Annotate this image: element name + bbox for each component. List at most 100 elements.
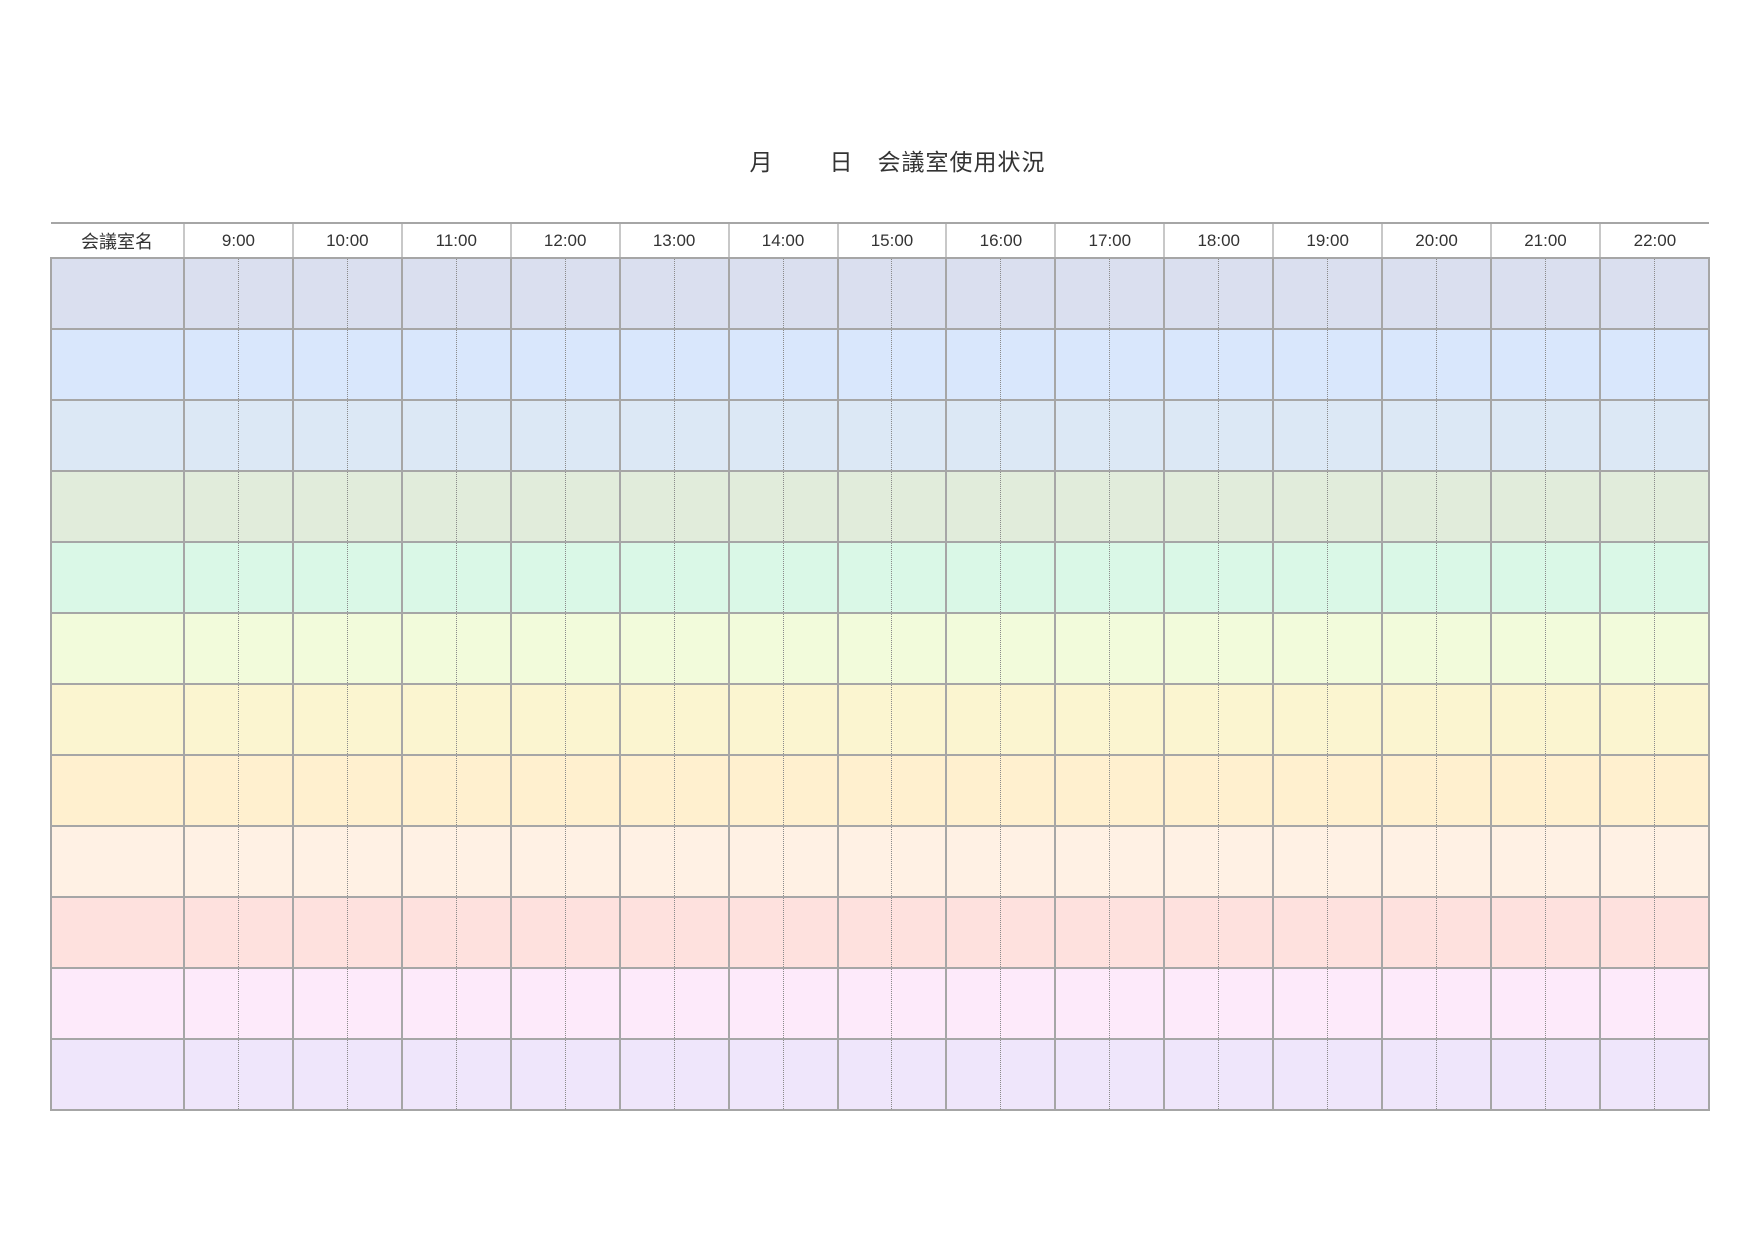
time-slot-cell[interactable] (673, 684, 729, 756)
time-slot-cell[interactable] (1381, 542, 1437, 614)
room-name-cell[interactable] (50, 968, 184, 1040)
time-slot-cell[interactable] (1436, 329, 1492, 401)
time-slot-cell[interactable] (455, 684, 511, 756)
time-slot-cell[interactable] (945, 1039, 1001, 1111)
time-slot-cell[interactable] (891, 329, 947, 401)
time-slot-cell[interactable] (564, 613, 620, 685)
time-slot-cell[interactable] (564, 542, 620, 614)
time-slot-cell[interactable] (1653, 968, 1710, 1040)
time-slot-cell[interactable] (1163, 471, 1219, 543)
time-slot-cell[interactable] (564, 400, 620, 472)
time-slot-cell[interactable] (1544, 400, 1600, 472)
time-slot-cell[interactable] (509, 755, 566, 827)
time-slot-cell[interactable] (1109, 968, 1165, 1040)
room-name-cell[interactable] (50, 329, 184, 401)
time-slot-cell[interactable] (673, 755, 729, 827)
time-slot-cell[interactable] (291, 826, 348, 898)
time-slot-cell[interactable] (1000, 755, 1056, 827)
time-slot-cell[interactable] (455, 258, 511, 330)
time-slot-cell[interactable] (1544, 684, 1600, 756)
time-slot-cell[interactable] (1381, 897, 1437, 969)
time-slot-cell[interactable] (1544, 258, 1600, 330)
time-slot-cell[interactable] (891, 684, 947, 756)
room-name-cell[interactable] (50, 897, 184, 969)
time-slot-cell[interactable] (1163, 968, 1219, 1040)
time-slot-cell[interactable] (1381, 400, 1437, 472)
time-slot-cell[interactable] (1490, 613, 1546, 685)
time-slot-cell[interactable] (1653, 329, 1710, 401)
time-slot-cell[interactable] (1490, 684, 1546, 756)
time-slot-cell[interactable] (237, 471, 293, 543)
time-slot-cell[interactable] (836, 755, 892, 827)
time-slot-cell[interactable] (509, 471, 566, 543)
time-slot-cell[interactable] (291, 400, 348, 472)
time-slot-cell[interactable] (727, 400, 784, 472)
time-slot-cell[interactable] (891, 755, 947, 827)
time-slot-cell[interactable] (237, 684, 293, 756)
time-slot-cell[interactable] (1381, 968, 1437, 1040)
time-slot-cell[interactable] (1163, 613, 1219, 685)
time-slot-cell[interactable] (1218, 542, 1274, 614)
time-slot-cell[interactable] (673, 471, 729, 543)
time-slot-cell[interactable] (945, 329, 1001, 401)
time-slot-cell[interactable] (945, 897, 1001, 969)
time-slot-cell[interactable] (509, 542, 566, 614)
time-slot-cell[interactable] (1544, 755, 1600, 827)
time-slot-cell[interactable] (1381, 329, 1437, 401)
time-slot-cell[interactable] (1598, 613, 1655, 685)
time-slot-cell[interactable] (564, 826, 620, 898)
time-slot-cell[interactable] (182, 826, 239, 898)
time-slot-cell[interactable] (291, 968, 348, 1040)
time-slot-cell[interactable] (400, 826, 457, 898)
time-slot-cell[interactable] (618, 755, 675, 827)
time-slot-cell[interactable] (1218, 613, 1274, 685)
time-slot-cell[interactable] (509, 684, 566, 756)
time-slot-cell[interactable] (1218, 755, 1274, 827)
time-slot-cell[interactable] (1109, 542, 1165, 614)
time-slot-cell[interactable] (346, 755, 402, 827)
time-slot-cell[interactable] (291, 897, 348, 969)
time-slot-cell[interactable] (1272, 826, 1328, 898)
time-slot-cell[interactable] (1109, 684, 1165, 756)
time-slot-cell[interactable] (1436, 613, 1492, 685)
time-slot-cell[interactable] (836, 826, 892, 898)
time-slot-cell[interactable] (1327, 897, 1383, 969)
time-slot-cell[interactable] (1598, 826, 1655, 898)
room-name-cell[interactable] (50, 755, 184, 827)
time-slot-cell[interactable] (1109, 897, 1165, 969)
time-slot-cell[interactable] (673, 897, 729, 969)
time-slot-cell[interactable] (182, 968, 239, 1040)
time-slot-cell[interactable] (673, 542, 729, 614)
time-slot-cell[interactable] (1436, 471, 1492, 543)
time-slot-cell[interactable] (1598, 897, 1655, 969)
time-slot-cell[interactable] (400, 897, 457, 969)
time-slot-cell[interactable] (1490, 755, 1546, 827)
time-slot-cell[interactable] (1653, 542, 1710, 614)
time-slot-cell[interactable] (1653, 755, 1710, 827)
time-slot-cell[interactable] (291, 471, 348, 543)
time-slot-cell[interactable] (1218, 1039, 1274, 1111)
time-slot-cell[interactable] (564, 755, 620, 827)
time-slot-cell[interactable] (564, 471, 620, 543)
time-slot-cell[interactable] (618, 1039, 675, 1111)
time-slot-cell[interactable] (291, 684, 348, 756)
time-slot-cell[interactable] (291, 329, 348, 401)
time-slot-cell[interactable] (1054, 826, 1110, 898)
time-slot-cell[interactable] (618, 329, 675, 401)
time-slot-cell[interactable] (1054, 897, 1110, 969)
time-slot-cell[interactable] (673, 1039, 729, 1111)
time-slot-cell[interactable] (1490, 542, 1546, 614)
time-slot-cell[interactable] (1544, 826, 1600, 898)
time-slot-cell[interactable] (1436, 897, 1492, 969)
time-slot-cell[interactable] (891, 258, 947, 330)
time-slot-cell[interactable] (1544, 471, 1600, 543)
time-slot-cell[interactable] (836, 613, 892, 685)
time-slot-cell[interactable] (455, 471, 511, 543)
time-slot-cell[interactable] (400, 684, 457, 756)
time-slot-cell[interactable] (1000, 1039, 1056, 1111)
time-slot-cell[interactable] (1218, 471, 1274, 543)
time-slot-cell[interactable] (1163, 684, 1219, 756)
time-slot-cell[interactable] (509, 826, 566, 898)
time-slot-cell[interactable] (1490, 968, 1546, 1040)
time-slot-cell[interactable] (182, 258, 239, 330)
